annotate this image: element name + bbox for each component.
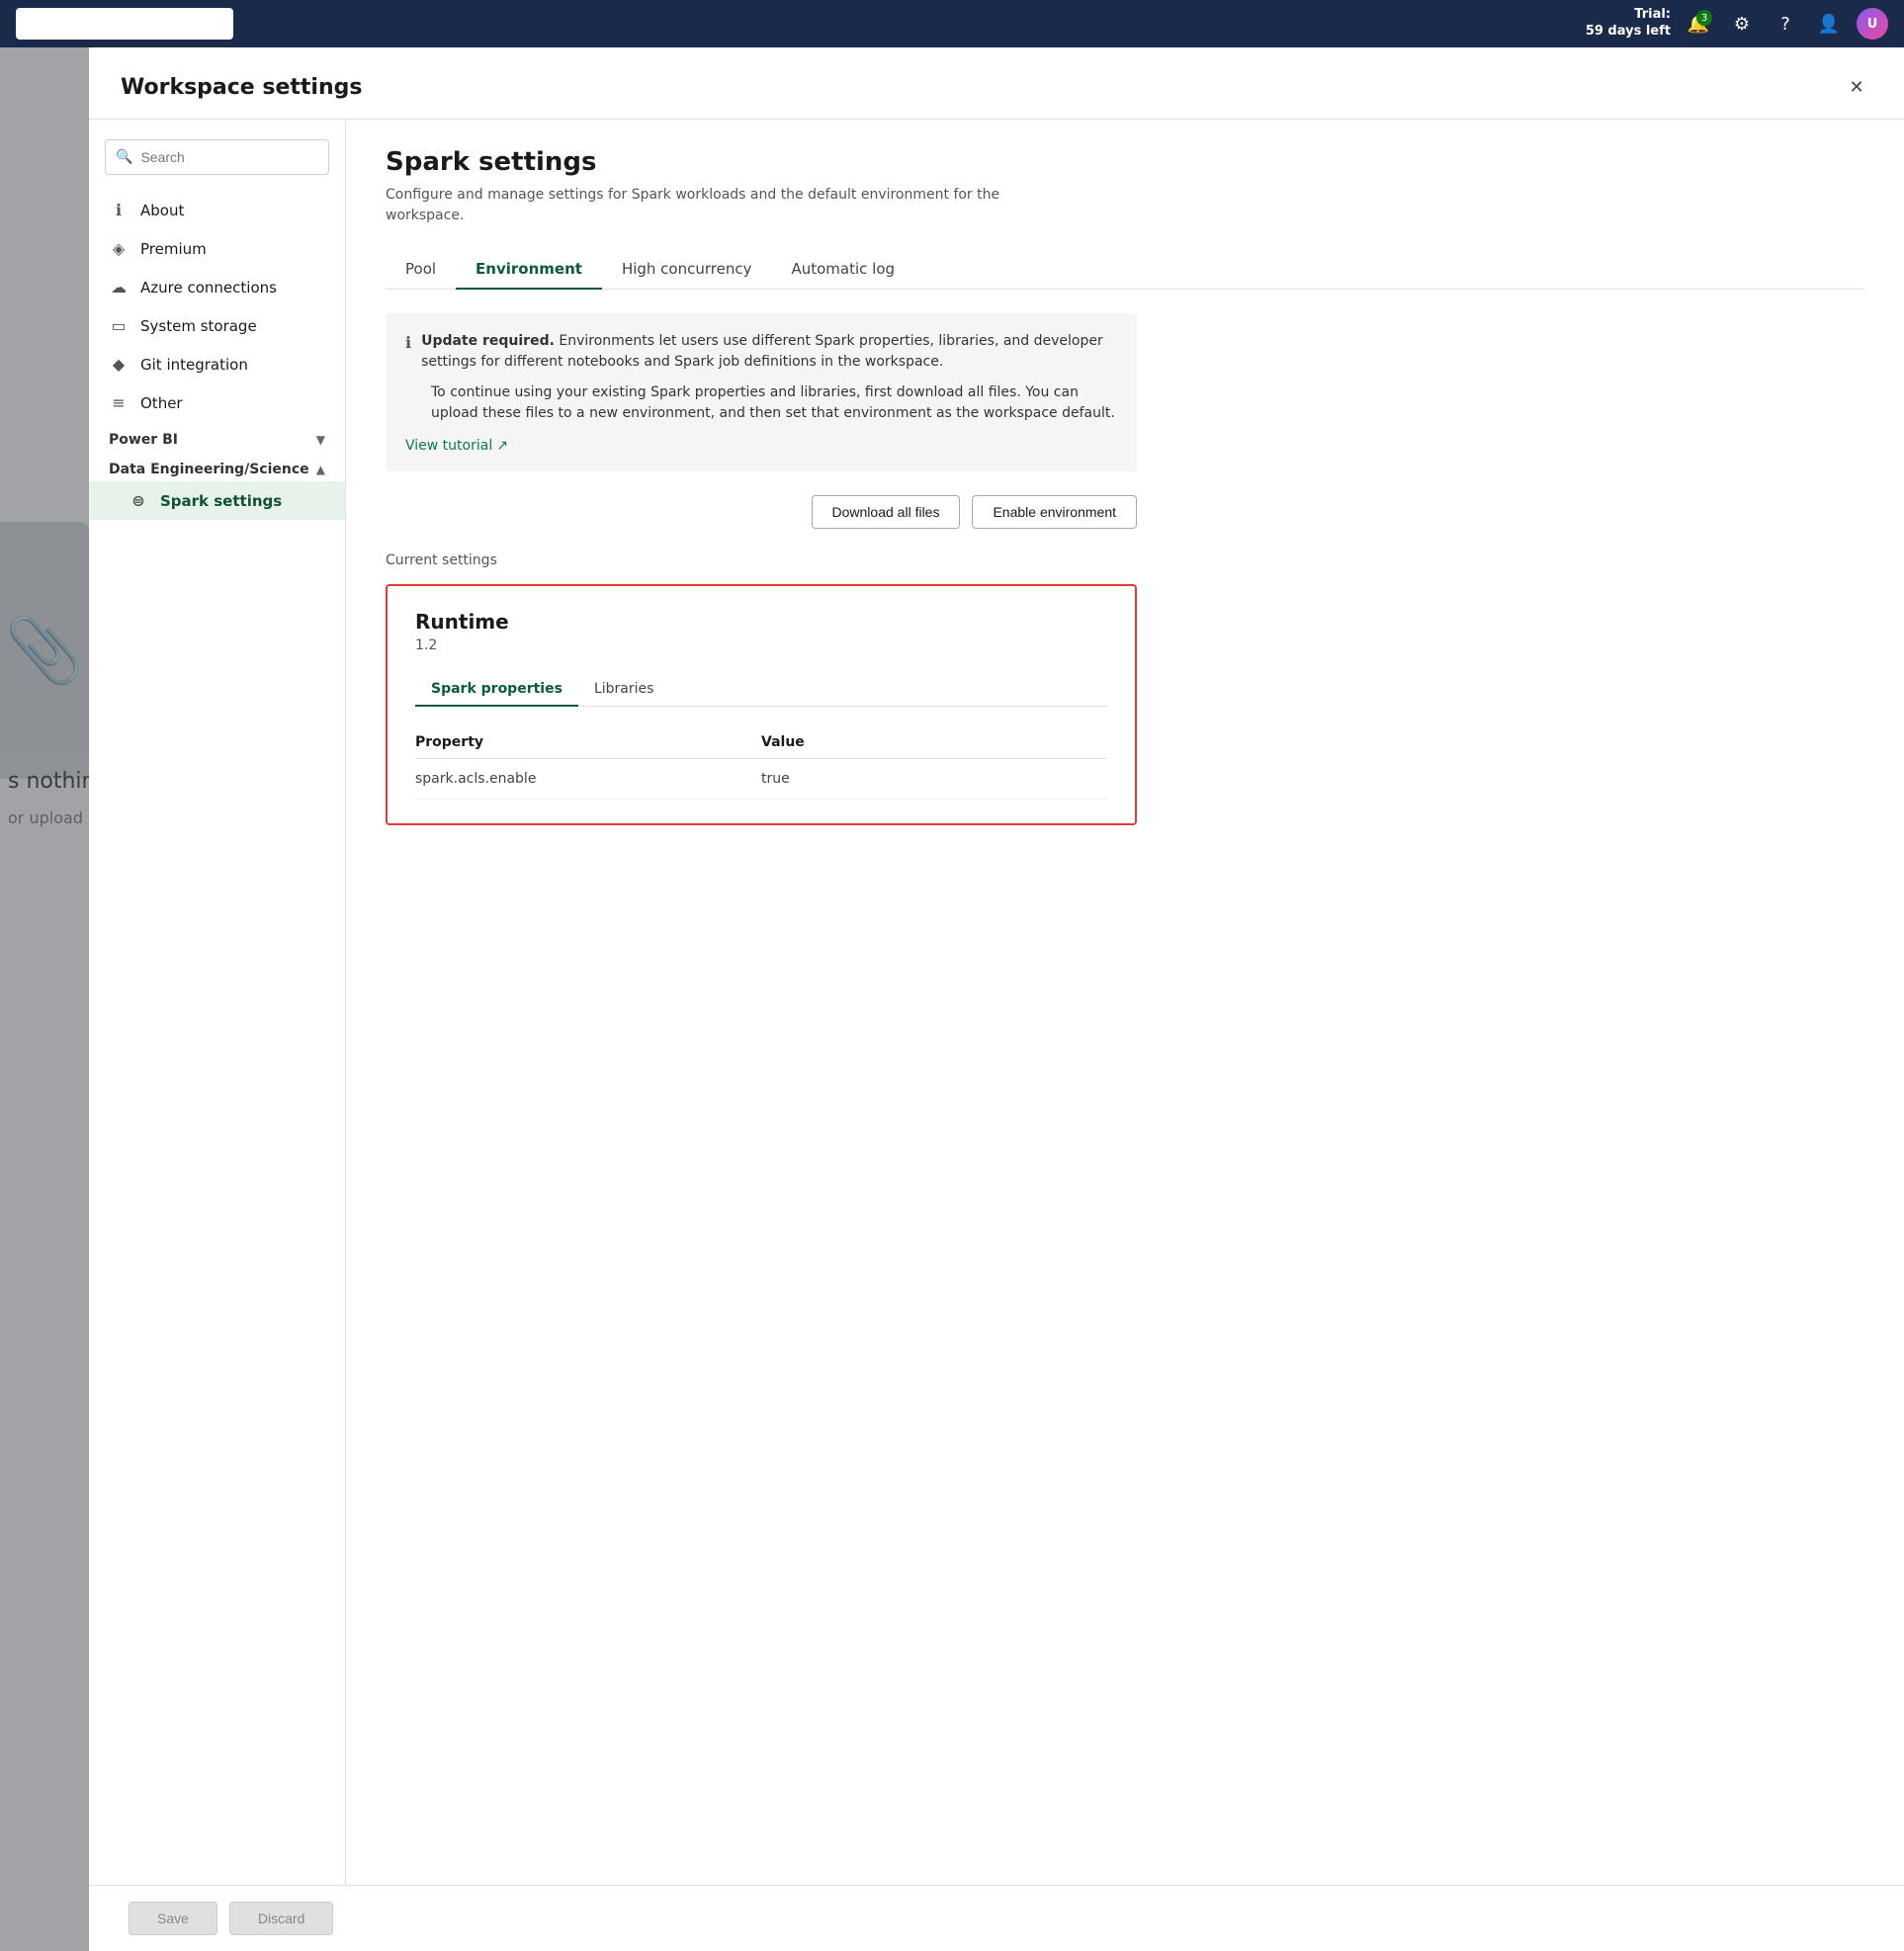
top-navigation-bar: Trial: 59 days left 🔔 3 ⚙ ? 👤 U xyxy=(0,0,1904,47)
avatar[interactable]: U xyxy=(1857,8,1888,40)
current-settings-label: Current settings xyxy=(386,552,1864,568)
spark-settings-icon: ⊜ xyxy=(129,491,148,510)
modal-footer: Save Discard xyxy=(89,1885,1904,1951)
chevron-down-icon: ▼ xyxy=(316,433,325,447)
properties-table: Property Value spark.acls.enabletrue xyxy=(415,726,1107,800)
sidebar-item-spark-settings[interactable]: ⊜ Spark settings xyxy=(89,481,345,520)
other-icon: ≡ xyxy=(109,393,129,412)
info-banner: ℹ Update required. Environments let user… xyxy=(386,313,1137,471)
sidebar-item-label: Azure connections xyxy=(140,279,277,297)
azure-icon: ☁ xyxy=(109,278,129,297)
modal-body: 🔍 ℹ About ◈ Premium ☁ Azure connections … xyxy=(89,120,1904,1885)
notification-bell[interactable]: 🔔 3 xyxy=(1683,8,1714,40)
notification-badge: 3 xyxy=(1696,10,1712,26)
premium-icon: ◈ xyxy=(109,239,129,258)
inner-tab-spark-properties[interactable]: Spark properties xyxy=(415,673,578,707)
search-icon: 🔍 xyxy=(116,149,132,165)
inner-tab-libraries[interactable]: Libraries xyxy=(578,673,669,707)
sidebar-item-premium[interactable]: ◈ Premium xyxy=(89,229,345,268)
sidebar-item-label: Premium xyxy=(140,240,207,258)
page-description: Configure and manage settings for Spark … xyxy=(386,185,1078,226)
search-box[interactable]: 🔍 xyxy=(105,139,329,175)
trial-label: Trial: xyxy=(1586,7,1671,24)
sidebar-item-about[interactable]: ℹ About xyxy=(89,191,345,229)
external-link-icon: ↗ xyxy=(496,438,508,454)
save-button[interactable]: Save xyxy=(129,1902,217,1935)
value-cell: true xyxy=(761,759,1107,800)
discard-button[interactable]: Discard xyxy=(229,1902,333,1935)
enable-environment-button[interactable]: Enable environment xyxy=(972,495,1137,529)
inner-tabs: Spark properties Libraries xyxy=(415,673,1107,707)
trial-days: 59 days left xyxy=(1586,24,1671,41)
search-input[interactable] xyxy=(140,149,319,165)
user-profile-icon[interactable]: 👤 xyxy=(1813,8,1845,40)
settings-icon[interactable]: ⚙ xyxy=(1726,8,1758,40)
tab-automatic-log[interactable]: Automatic log xyxy=(771,250,914,290)
table-row: spark.acls.enabletrue xyxy=(415,759,1107,800)
view-tutorial-link[interactable]: View tutorial ↗ xyxy=(405,438,508,454)
storage-icon: ▭ xyxy=(109,316,129,335)
chevron-up-icon: ▲ xyxy=(316,463,325,476)
sidebar-item-label: Git integration xyxy=(140,356,248,374)
sidebar: 🔍 ℹ About ◈ Premium ☁ Azure connections … xyxy=(89,120,346,1885)
sidebar-item-storage[interactable]: ▭ System storage xyxy=(89,306,345,345)
git-icon: ◆ xyxy=(109,355,129,374)
banner-text2: To continue using your existing Spark pr… xyxy=(405,382,1117,424)
runtime-version: 1.2 xyxy=(415,637,1107,653)
info-icon: ℹ xyxy=(405,333,411,352)
page-title: Spark settings xyxy=(386,147,1864,177)
runtime-title: Runtime xyxy=(415,610,1107,634)
sidebar-item-label: Spark settings xyxy=(160,492,282,510)
sidebar-item-label: System storage xyxy=(140,317,257,335)
sidebar-item-label: About xyxy=(140,202,184,219)
close-button[interactable]: ✕ xyxy=(1841,71,1872,103)
view-tutorial-label: View tutorial xyxy=(405,438,492,454)
modal-title: Workspace settings xyxy=(121,75,362,100)
sidebar-section-dataeng[interactable]: Data Engineering/Science ▲ xyxy=(89,452,345,481)
workspace-settings-modal: Workspace settings ✕ 🔍 ℹ About ◈ Premium… xyxy=(89,47,1904,1951)
sidebar-item-azure[interactable]: ☁ Azure connections xyxy=(89,268,345,306)
download-all-files-button[interactable]: Download all files xyxy=(812,495,961,529)
about-icon: ℹ xyxy=(109,201,129,219)
banner-header: ℹ Update required. Environments let user… xyxy=(405,331,1117,373)
banner-text: Update required. Environments let users … xyxy=(421,331,1117,373)
runtime-box: Runtime 1.2 Spark properties Libraries P… xyxy=(386,584,1137,825)
dataeng-section-label: Data Engineering/Science xyxy=(109,462,309,477)
property-cell: spark.acls.enable xyxy=(415,759,761,800)
col-header-value: Value xyxy=(761,726,1107,759)
tab-high-concurrency[interactable]: High concurrency xyxy=(602,250,772,290)
sidebar-item-git[interactable]: ◆ Git integration xyxy=(89,345,345,383)
modal-header: Workspace settings ✕ xyxy=(89,47,1904,120)
trial-info: Trial: 59 days left xyxy=(1586,7,1671,41)
tab-pool[interactable]: Pool xyxy=(386,250,456,290)
powerbi-section-label: Power BI xyxy=(109,432,178,448)
tab-environment[interactable]: Environment xyxy=(456,250,602,290)
sidebar-item-other[interactable]: ≡ Other xyxy=(89,383,345,422)
col-header-property: Property xyxy=(415,726,761,759)
sidebar-section-powerbi[interactable]: Power BI ▼ xyxy=(89,422,345,452)
banner-actions: Download all files Enable environment xyxy=(386,495,1137,529)
main-tabs: Pool Environment High concurrency Automa… xyxy=(386,250,1864,290)
banner-bold: Update required. xyxy=(421,333,555,349)
help-icon[interactable]: ? xyxy=(1770,8,1801,40)
main-content: Spark settings Configure and manage sett… xyxy=(346,120,1904,1885)
sidebar-item-label: Other xyxy=(140,394,183,412)
global-search-bar[interactable] xyxy=(16,8,233,40)
